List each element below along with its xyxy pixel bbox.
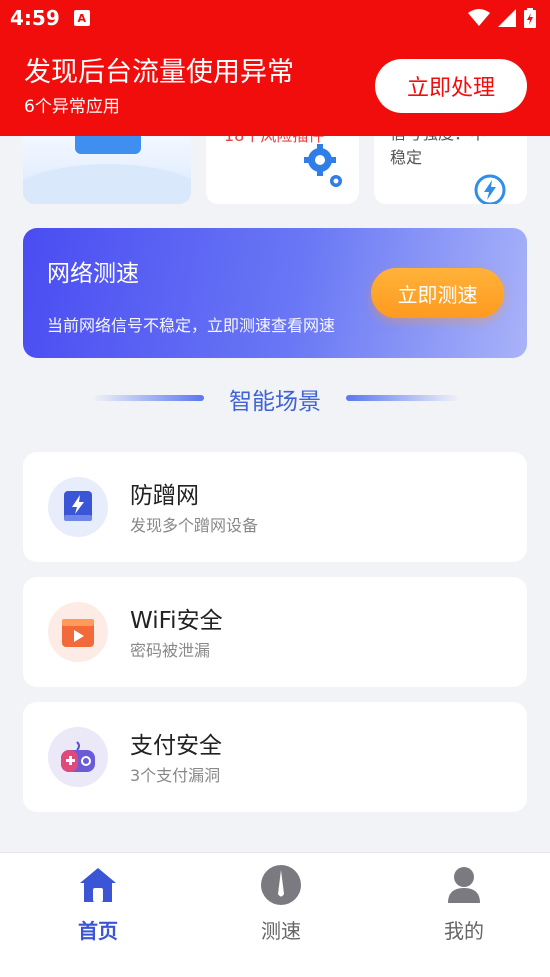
video-play-icon xyxy=(62,619,94,647)
smart-scenes-heading: 智能场景 xyxy=(0,380,550,416)
scene-title: WiFi安全 xyxy=(130,608,223,634)
traffic-alert-banner: 发现后台流量使用异常 6个异常应用 立即处理 xyxy=(0,36,550,136)
nav-mine[interactable]: 我的 xyxy=(404,861,524,951)
battery-icon xyxy=(524,8,536,28)
scene-icon-wrap xyxy=(48,477,108,537)
section-title: 智能场景 xyxy=(229,389,321,415)
alert-title: 发现后台流量使用异常 xyxy=(24,56,294,88)
scene-icon-wrap xyxy=(48,727,108,787)
bottom-nav: 首页 测速 我的 xyxy=(0,852,550,977)
device-bolt-icon xyxy=(64,491,92,521)
status-time: 4:59 xyxy=(10,6,60,30)
scene-wifi-security[interactable]: WiFi安全 密码被泄漏 xyxy=(23,577,527,687)
nav-speed-test[interactable]: 测速 xyxy=(221,861,341,951)
signal-icon xyxy=(498,9,516,27)
wifi-icon xyxy=(468,9,490,26)
scene-payment-security[interactable]: 支付安全 3个支付漏洞 xyxy=(23,702,527,812)
nav-home-label: 首页 xyxy=(78,919,118,943)
speed-test-title: 网络测速 xyxy=(47,261,139,287)
handle-now-button[interactable]: 立即处理 xyxy=(375,59,527,113)
status-bar: 4:59 A xyxy=(0,0,550,36)
alert-header: 4:59 A 发现后台流量使用异常 6个异常应用 立即处理 xyxy=(0,0,550,136)
lightning-icon xyxy=(474,174,506,204)
start-speed-test-button[interactable]: 立即测速 xyxy=(371,268,504,318)
app-notification-icon: A xyxy=(73,10,90,26)
scene-title: 支付安全 xyxy=(130,733,222,759)
cloud-illustration xyxy=(23,164,191,204)
gamepad-icon xyxy=(61,741,95,772)
scene-icon-wrap xyxy=(48,602,108,662)
scene-subtitle: 密码被泄漏 xyxy=(130,641,211,660)
gear-icon xyxy=(304,144,342,187)
scene-subtitle: 3个支付漏洞 xyxy=(130,766,221,785)
speed-test-description: 当前网络信号不稳定，立即测速查看网速 xyxy=(47,316,336,335)
alert-subtitle: 6个异常应用 xyxy=(24,96,120,117)
user-icon xyxy=(448,867,480,903)
nav-mine-label: 我的 xyxy=(444,919,484,943)
nav-speed-label: 测速 xyxy=(261,919,301,943)
speedometer-icon xyxy=(261,865,301,905)
speed-test-card[interactable]: 网络测速 当前网络信号不稳定，立即测速查看网速 立即测速 xyxy=(23,228,527,358)
nav-home[interactable]: 首页 xyxy=(38,861,158,951)
scene-title: 防蹭网 xyxy=(130,483,199,509)
heading-decor-right xyxy=(346,395,460,401)
signal-stability-text: 稳定 xyxy=(390,148,423,167)
home-icon xyxy=(80,868,116,902)
scene-anti-freeloader[interactable]: 防蹭网 发现多个蹭网设备 xyxy=(23,452,527,562)
scene-subtitle: 发现多个蹭网设备 xyxy=(130,516,259,535)
